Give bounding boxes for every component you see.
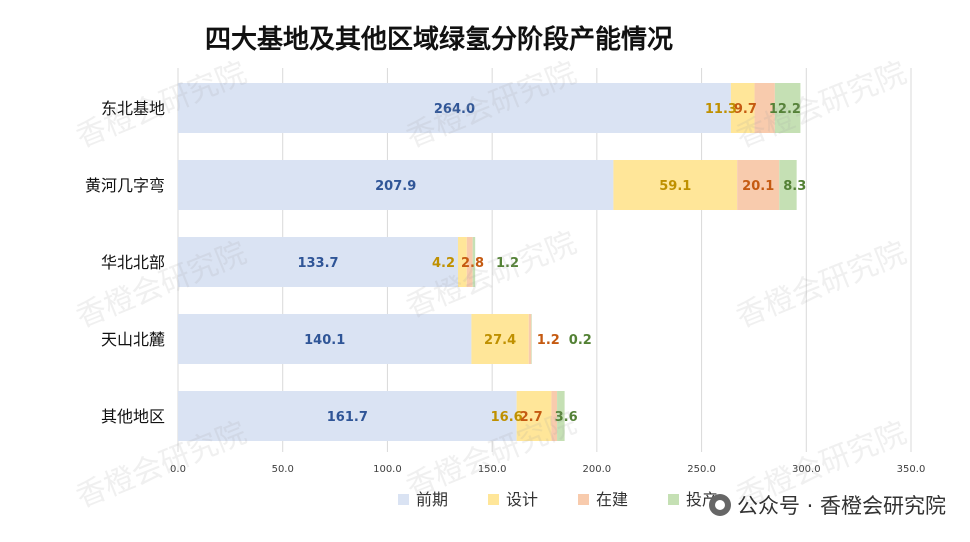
x-tick-label: 200.0 <box>583 464 612 475</box>
x-tick-label: 250.0 <box>687 464 716 475</box>
data-label: 264.0 <box>434 102 475 117</box>
data-label: 140.1 <box>304 333 345 348</box>
legend-label: 前期 <box>416 490 448 509</box>
legend-label: 在建 <box>596 490 628 509</box>
category-label: 黄河几字弯 <box>85 176 165 195</box>
chart: 四大基地及其他区域绿氢分阶段产能情况 0.0 50.0 100.0 150.0 200.0… <box>0 0 970 542</box>
data-label: 59.1 <box>659 179 691 194</box>
category-label: 东北基地 <box>101 99 165 118</box>
data-label: 4.2 <box>432 256 455 271</box>
x-tick-label: 300.0 <box>792 464 821 475</box>
x-tick-label: 150.0 <box>478 464 507 475</box>
data-label: 1.2 <box>496 256 519 271</box>
chart-title: 四大基地及其他区域绿氢分阶段产能情况 <box>205 24 673 55</box>
legend-swatch <box>398 494 409 505</box>
legend-swatch <box>578 494 589 505</box>
category-label: 天山北麓 <box>101 330 165 349</box>
data-label: 27.4 <box>484 333 516 348</box>
wechat-icon <box>708 494 731 516</box>
category-label: 其他地区 <box>101 407 165 426</box>
category-label: 华北北部 <box>101 253 165 272</box>
data-label: 0.2 <box>569 333 592 348</box>
credit-text: 公众号 · 香橙会研究院 <box>736 494 946 518</box>
data-label: 2.7 <box>520 410 543 425</box>
data-label: 133.7 <box>297 256 338 271</box>
legend-swatch <box>488 494 499 505</box>
data-label: 207.9 <box>375 179 416 194</box>
data-label: 8.3 <box>783 179 806 194</box>
data-label: 2.8 <box>461 256 484 271</box>
data-label: 3.6 <box>555 410 578 425</box>
x-tick-label: 100.0 <box>373 464 402 475</box>
legend-swatch <box>668 494 679 505</box>
data-label: 1.2 <box>537 333 560 348</box>
x-tick-label: 50.0 <box>272 464 294 475</box>
data-label: 161.7 <box>327 410 368 425</box>
data-label: 16.6 <box>491 410 523 425</box>
x-tick-label: 350.0 <box>897 464 926 475</box>
credit-line: 公众号 · 香橙会研究院 <box>708 490 946 520</box>
data-label: 12.2 <box>769 102 801 117</box>
x-tick-label: 0.0 <box>170 464 186 475</box>
data-label: 9.7 <box>734 102 757 117</box>
data-label: 11.3 <box>705 102 737 117</box>
bar-segment <box>531 314 532 364</box>
chart-svg: 四大基地及其他区域绿氢分阶段产能情况 0.0 50.0 100.0 150.0 200.0… <box>85 24 926 509</box>
legend-label: 设计 <box>506 490 538 509</box>
bar-segment <box>528 314 532 364</box>
data-label: 20.1 <box>742 179 774 194</box>
